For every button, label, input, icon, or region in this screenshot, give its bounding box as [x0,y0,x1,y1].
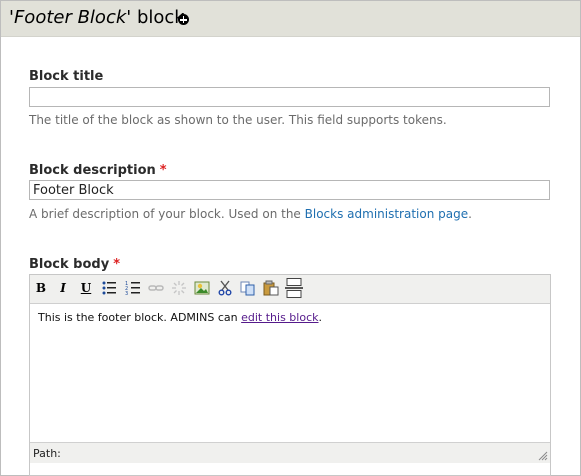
bullet-list-icon [102,281,116,295]
editor-content-text: This is the footer block. ADMINS can [38,311,242,324]
editor-content-suffix: . [318,311,323,324]
cut-button[interactable] [216,279,234,297]
editor-content[interactable]: This is the footer block. ADMINS can edi… [38,311,322,324]
unlink-button[interactable] [170,279,188,297]
italic-icon: I [60,281,66,295]
bullet-list-button[interactable] [100,279,118,297]
link-icon [148,285,164,291]
paste-icon [263,280,279,296]
block-description-help-text: A brief description of your block. Used … [29,207,305,221]
editor-toolbar: B I U 1 2 3 [30,275,550,304]
page-break-button[interactable] [285,278,303,298]
unlink-icon [172,281,186,295]
block-title-description: The title of the block as shown to the u… [29,113,447,127]
copy-button[interactable] [239,279,257,297]
block-description-label: Block description * [29,163,167,178]
editor-path-bar: Path: [30,442,550,463]
svg-text:3: 3 [125,291,128,296]
block-body-label-text: Block body [29,257,110,272]
numbered-list-icon: 1 2 3 [125,281,140,296]
blocks-administration-link[interactable]: Blocks administration page [305,207,468,221]
block-title-label: Block title [29,69,104,84]
link-button[interactable] [147,279,165,297]
block-description-help: A brief description of your block. Used … [29,207,472,221]
underline-icon: U [80,281,92,295]
scissors-icon [218,280,232,296]
bold-button[interactable]: B [32,279,50,297]
block-description-help-suffix: . [468,207,472,221]
numbered-list-button[interactable]: 1 2 3 [124,279,142,297]
rich-text-editor: B I U 1 2 3 This is the footer block. AD… [29,274,551,476]
insert-image-button[interactable] [193,279,211,297]
copy-icon [240,281,255,296]
page-title: 'Footer Block' block [9,7,185,28]
title-suffix: ' block [126,7,185,28]
required-marker: * [113,257,121,272]
block-description-label-text: Block description [29,163,156,178]
path-label: Path: [33,447,61,460]
title-block-name: Footer Block [13,7,127,28]
bold-icon: B [35,281,47,295]
resize-handle-icon[interactable] [538,451,548,461]
block-title-input[interactable] [29,87,550,107]
italic-button[interactable]: I [54,279,72,297]
edit-this-block-link[interactable]: edit this block [241,311,318,324]
block-description-input[interactable] [29,180,550,200]
page-header: 'Footer Block' block [1,1,580,37]
underline-button[interactable]: U [77,279,95,297]
required-marker: * [159,163,167,178]
block-body-label: Block body * [29,257,120,272]
add-shortcut-icon[interactable] [178,14,189,25]
page-break-icon [285,278,303,298]
image-icon [194,281,210,295]
paste-button[interactable] [262,279,280,297]
